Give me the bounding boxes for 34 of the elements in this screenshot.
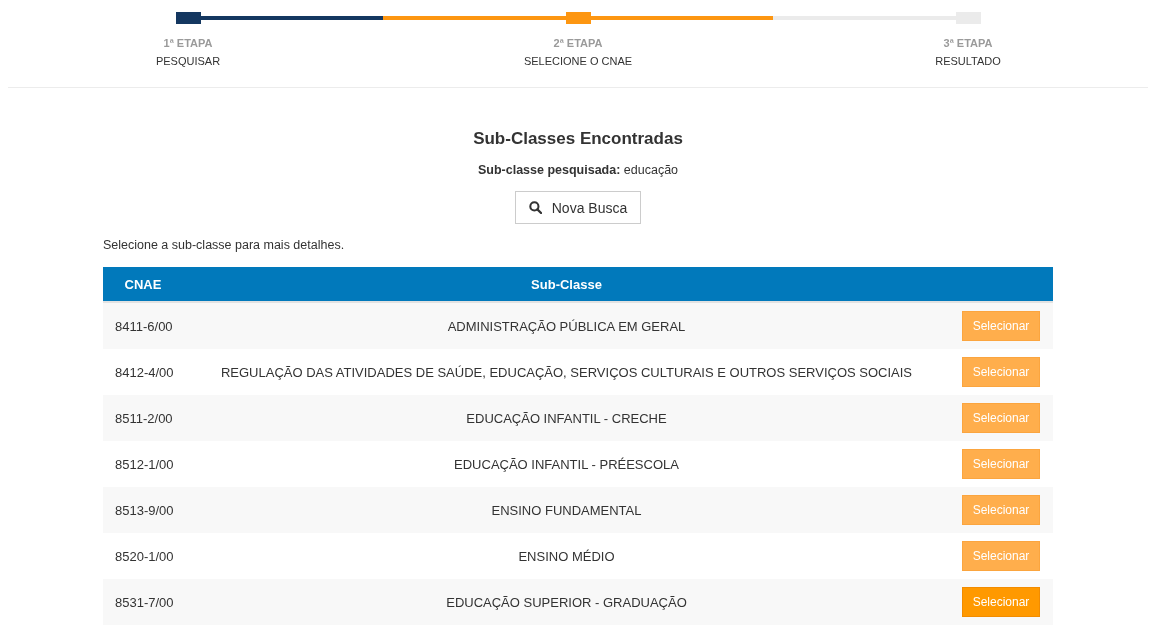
- sub-class-name: ENSINO FUNDAMENTAL: [491, 502, 642, 518]
- sub-class-name: ENSINO MÉDIO: [518, 548, 615, 564]
- step-number: 1ª ETAPA: [163, 36, 213, 50]
- select-button[interactable]: Selecionar: [962, 449, 1040, 479]
- step-label: PESQUISAR: [155, 54, 221, 68]
- step-number: 3ª ETAPA: [943, 36, 993, 50]
- search-icon: [528, 201, 542, 214]
- new-search-button[interactable]: Nova Busca: [515, 191, 641, 224]
- step-number: 2ª ETAPA: [553, 36, 603, 50]
- sub-class-name: EDUCAÇÃO INFANTIL - CRECHE: [466, 410, 667, 426]
- sub-class-name: ADMINISTRAÇÃO PÚBLICA EM GERAL: [447, 318, 686, 334]
- cnae-code: 8412-4/00: [115, 364, 174, 380]
- select-button[interactable]: Selecionar: [962, 311, 1040, 341]
- select-button[interactable]: Selecionar: [962, 495, 1040, 525]
- cnae-code: 8512-1/00: [115, 456, 174, 472]
- results-title: Sub-Classes Encontradas: [473, 129, 683, 149]
- select-button[interactable]: Selecionar: [962, 587, 1040, 617]
- select-button[interactable]: Selecionar: [962, 403, 1040, 433]
- sub-class-name: EDUCAÇÃO SUPERIOR - GRADUAÇÃO: [446, 594, 687, 610]
- select-button[interactable]: Selecionar: [962, 357, 1040, 387]
- step-label: RESULTADO: [935, 54, 1001, 68]
- cnae-code: 8531-7/00: [115, 594, 174, 610]
- sub-class-name: EDUCAÇÃO INFANTIL - PRÉESCOLA: [454, 456, 679, 472]
- step-label: SELECIONE O CNAE: [523, 54, 633, 68]
- cnae-code: 8511-2/00: [115, 410, 173, 426]
- instruction-text: Selecione a sub-classe para mais detalhes.: [103, 237, 345, 253]
- cnae-code: 8520-1/00: [115, 548, 174, 564]
- select-button[interactable]: Selecionar: [962, 541, 1040, 571]
- sub-class-name: REGULAÇÃO DAS ATIVIDADES DE SAÚDE, EDUCAÇÃO, SERVIÇOS CULTURAIS E OUTROS SERVIÇOS SOCIAIS: [220, 364, 913, 380]
- cnae-code: 8513-9/00: [115, 502, 174, 518]
- column-header: CNAE: [124, 276, 162, 292]
- search-query: Sub-classe pesquisada: educação: [477, 162, 679, 178]
- cnae-code: 8411-6/00: [115, 318, 173, 334]
- column-header: Sub-Classe: [531, 276, 602, 292]
